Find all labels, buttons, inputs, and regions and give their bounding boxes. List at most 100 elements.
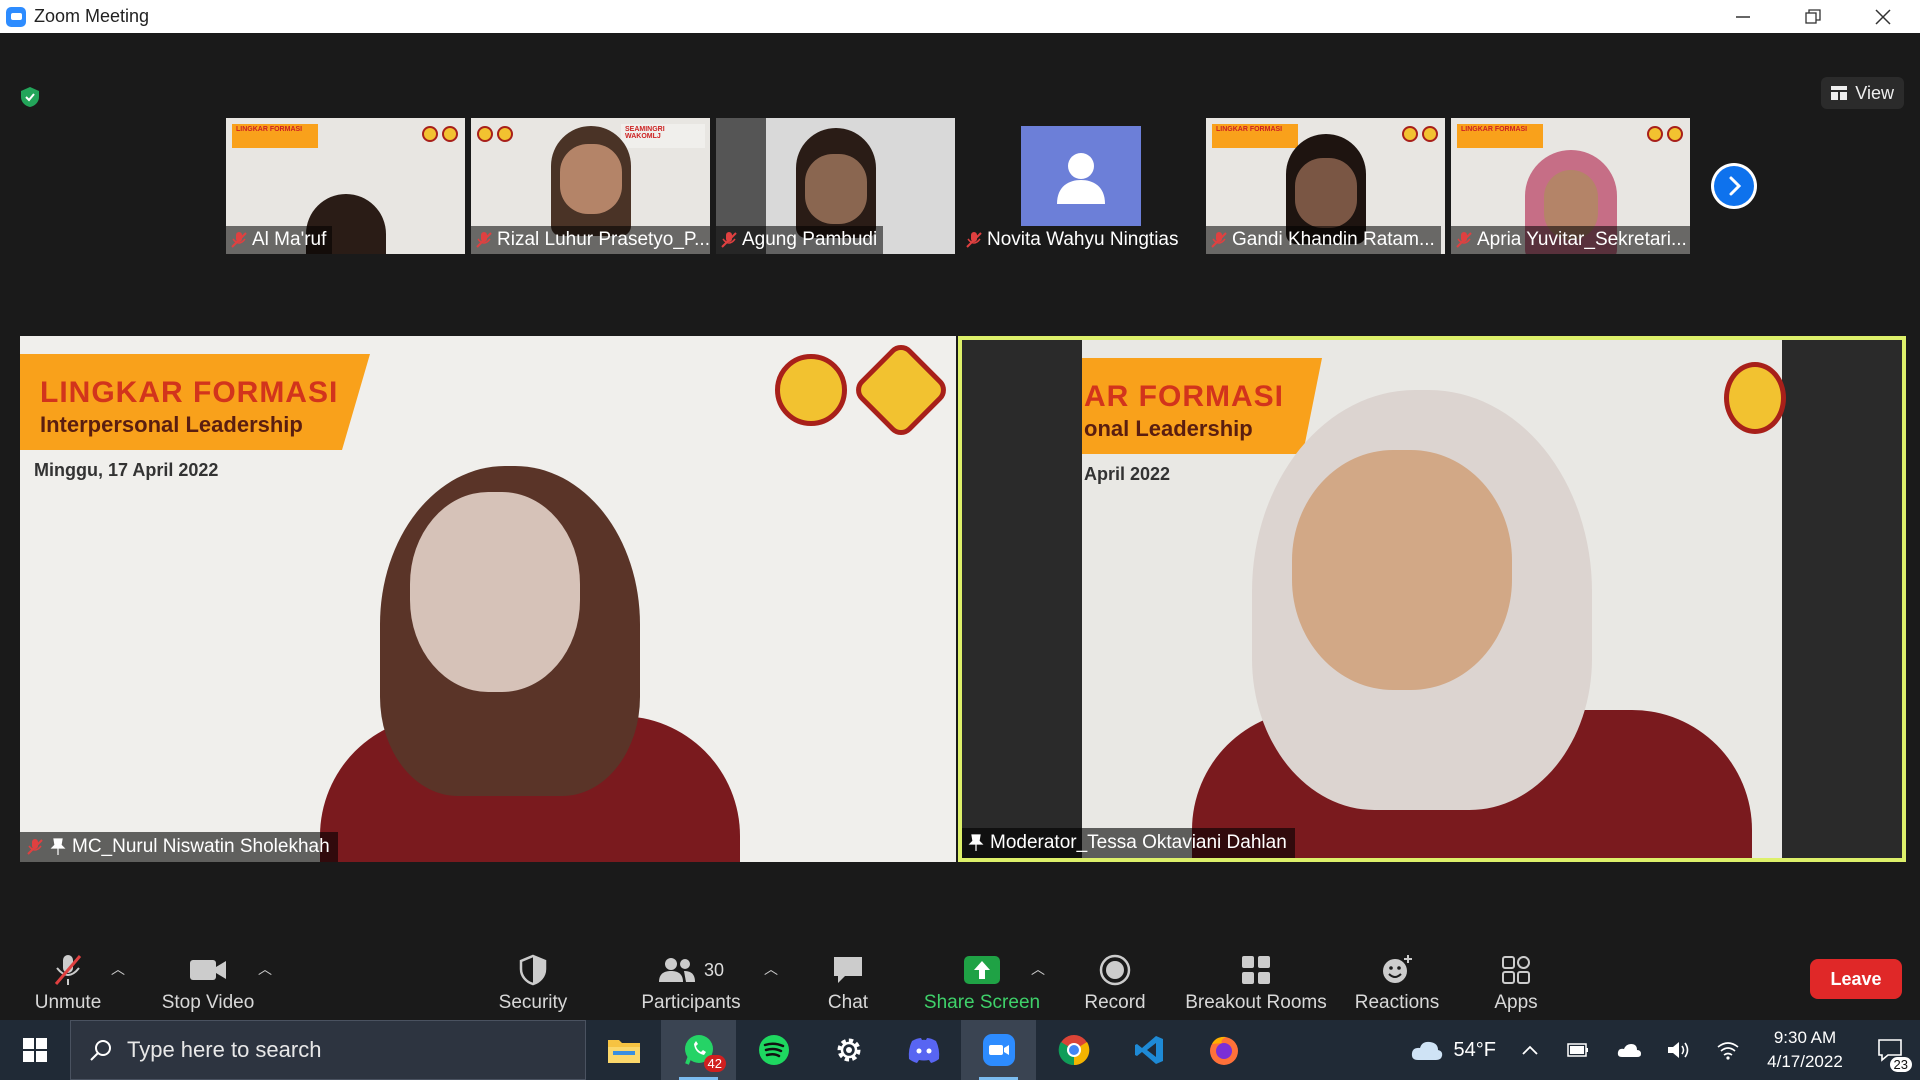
slide-subtitle: onal Leadership [1084,416,1253,441]
participant-thumbnail[interactable]: Agung Pambudi [716,118,955,254]
system-tray: 54°F 9:30 AM 4/17/2022 23 [1410,1020,1920,1080]
onedrive-cloud-icon[interactable] [1616,1041,1642,1059]
folder-icon [607,1040,640,1063]
participant-thumbnail[interactable]: SEAMINGRI WAKOMLJ Rizal Luhur Prasetyo_P… [471,118,710,254]
slide-date: Minggu, 17 April 2022 [34,460,219,480]
record-button[interactable]: Record [1075,951,1155,1020]
security-button[interactable]: Security [493,951,573,1020]
audio-options-chevron-up-icon[interactable]: ︿ [111,959,125,979]
chat-button[interactable]: Chat [808,951,888,1020]
chevron-right-icon [1714,166,1754,206]
participant-thumbnail[interactable]: LINGKAR FORMASI Gandi Khandin Ratam... [1206,118,1445,254]
reactions-label: Reactions [1354,992,1440,1013]
restore-button[interactable] [1778,0,1848,33]
whatsapp-app[interactable]: 42 [661,1020,736,1080]
chrome-app[interactable] [1036,1020,1111,1080]
participants-button[interactable]: 30 Participants [638,951,744,1020]
security-shield-icon[interactable] [18,85,42,109]
volume-icon[interactable] [1666,1039,1692,1061]
video-options-chevron-up-icon[interactable]: ︿ [258,959,272,979]
pin-icon [968,834,984,851]
network-icon[interactable] [1716,1039,1740,1061]
slide-title: LINGKAR FORMASI [40,376,339,409]
mic-muted-icon [476,232,492,248]
share-screen-label: Share Screen [923,992,1041,1013]
participants-count: 30 [703,959,725,980]
clock-date: 4/17/2022 [1767,1052,1843,1071]
university-seal-icon [1402,126,1418,142]
video-tile-mc[interactable]: LINGKAR FORMASI Interpersonal Leadership… [20,336,956,862]
minimize-button[interactable] [1708,0,1778,33]
spotify-app[interactable] [736,1020,811,1080]
university-seal-icon [850,339,952,441]
leave-button[interactable]: Leave [1810,959,1902,999]
file-explorer-app[interactable] [586,1020,661,1080]
participant-thumbnail[interactable]: Novita Wahyu Ningtias [961,118,1200,254]
pin-icon [50,838,66,855]
battery-icon[interactable] [1566,1041,1590,1059]
participants-options-chevron-up-icon[interactable]: ︿ [764,959,778,979]
slide-title: AR FORMASI [1084,380,1284,413]
firefox-app[interactable] [1186,1020,1261,1080]
notification-count: 23 [1889,1057,1912,1072]
university-seal-icon [442,126,458,142]
start-button[interactable] [0,1020,70,1080]
minimize-icon [1736,15,1750,18]
shield-icon [519,954,547,986]
settings-app[interactable] [811,1020,886,1080]
chat-label: Chat [827,992,869,1013]
zoom-app[interactable] [961,1020,1036,1080]
chevron-up-icon[interactable] [1520,1043,1540,1057]
taskbar-search-input[interactable]: Type here to search [70,1020,586,1080]
breakout-rooms-label: Breakout Rooms [1185,992,1327,1013]
participant-name: Rizal Luhur Prasetyo_P... [471,226,710,254]
window-title: Zoom Meeting [34,6,150,26]
taskbar-clock[interactable]: 9:30 AM 4/17/2022 [1750,1026,1860,1074]
university-seal-icon [1667,126,1683,142]
apps-label: Apps [1494,992,1538,1013]
participant-thumbnail[interactable]: LINGKAR FORMASI Al Ma'ruf [226,118,465,254]
vscode-app[interactable] [1111,1020,1186,1080]
stop-video-button[interactable]: Stop Video [158,951,258,1020]
gear-icon [837,1038,860,1062]
next-page-button[interactable] [1711,163,1757,209]
share-options-chevron-up-icon[interactable]: ︿ [1031,959,1045,979]
participant-name: Novita Wahyu Ningtias [961,226,1184,254]
mic-muted-icon [54,955,82,985]
whatsapp-unread-badge: 42 [703,1055,726,1072]
zoom-icon [982,1034,1015,1066]
mic-muted-icon [1456,232,1472,248]
participant-thumbnail-strip: LINGKAR FORMASI Al Ma'ruf SEAMINGRI WAKO… [226,118,1690,254]
apps-button[interactable]: Apps [1476,951,1556,1020]
university-seal-icon [775,354,847,426]
participants-label: Participants [641,992,741,1013]
participant-thumbnail[interactable]: LINGKAR FORMASI Apria Yuvitar_Sekretari.… [1451,118,1690,254]
notifications-button[interactable]: 23 [1860,1020,1920,1080]
discord-app[interactable] [886,1020,961,1080]
grid-view-icon [1831,86,1848,100]
discord-icon [908,1038,939,1063]
default-avatar [1021,126,1141,226]
chrome-icon [1058,1035,1089,1066]
mic-muted-icon [966,232,982,248]
stop-video-label: Stop Video [161,992,255,1013]
chat-bubble-icon [834,957,862,983]
participant-name: Gandi Khandin Ratam... [1206,226,1441,254]
breakout-rooms-icon [1242,956,1270,984]
video-camera-icon [190,960,226,980]
share-screen-button[interactable]: Share Screen [922,951,1042,1020]
security-label: Security [498,992,568,1013]
cloud-weather-icon[interactable] [1410,1038,1444,1062]
close-button[interactable] [1848,0,1918,33]
reactions-button[interactable]: Reactions [1350,951,1444,1020]
restore-icon [1805,8,1821,24]
view-button[interactable]: View [1821,77,1904,109]
participant-name: Agung Pambudi [716,226,884,254]
video-tile-moderator[interactable]: AR FORMASI onal Leadership April 2022 Mo… [958,336,1906,862]
reactions-smiley-icon [1383,955,1412,983]
unmute-button[interactable]: Unmute [28,951,108,1020]
participant-name: Al Ma'ruf [226,226,333,254]
zoom-logo-icon [6,6,26,27]
search-icon [90,1040,111,1061]
breakout-rooms-button[interactable]: Breakout Rooms [1185,951,1327,1020]
